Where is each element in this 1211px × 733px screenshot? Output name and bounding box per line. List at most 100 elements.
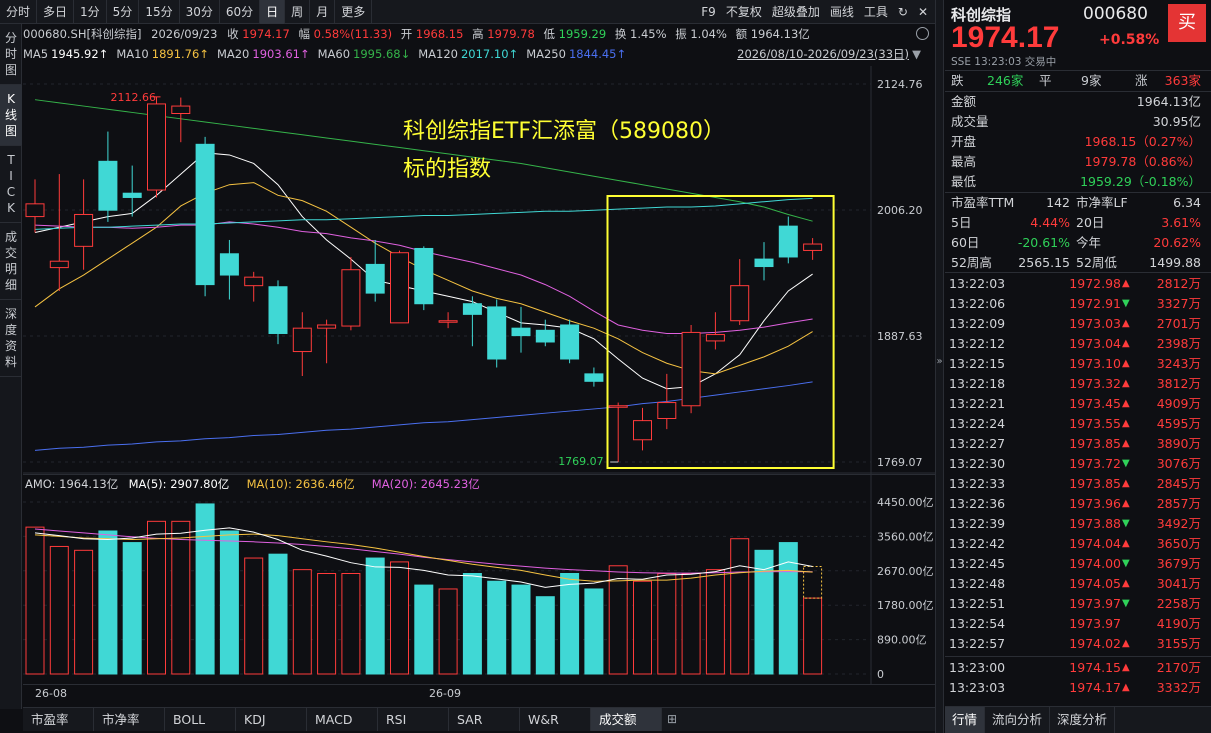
max-price-label: 2112.66 — [111, 91, 157, 104]
low-label: 低 — [543, 27, 555, 41]
arrow-up-icon: ▲ — [1122, 578, 1130, 589]
low-value: 1959.29 — [558, 27, 607, 41]
change-percent: +0.58% — [1099, 32, 1160, 48]
period-tab[interactable]: 60分 — [220, 0, 261, 24]
toolbar-item[interactable]: 不复权 — [721, 0, 767, 24]
panel-tab[interactable]: 流向分析 — [985, 707, 1051, 733]
toolbar-right: F9 不复权 超级叠加 画线 工具 ↻ ✕ — [696, 0, 933, 24]
period-tab[interactable]: 多日 — [37, 0, 75, 24]
arrow-down-icon: ▼ — [1122, 298, 1130, 309]
nav-char: 交 — [4, 246, 17, 260]
tick-volume: 3679万 — [1156, 556, 1201, 571]
change-label: 幅 — [298, 27, 310, 41]
toolbar-item[interactable]: 画线 — [825, 0, 859, 24]
tick-time: 13:22:27 — [949, 436, 1006, 451]
tick-row: 13:22:51 1973.97 ▼ 2258万 — [945, 594, 1211, 614]
toolbar-item[interactable]: 超级叠加 — [767, 0, 825, 24]
period-tab[interactable]: 月 — [310, 0, 336, 24]
period-tab[interactable]: 30分 — [180, 0, 220, 24]
tick-volume: 4595万 — [1156, 416, 1201, 431]
valuation-row: 5日 4.44% 20日 3.61% — [945, 213, 1211, 233]
period-tab[interactable]: 1分 — [74, 0, 107, 24]
tick-volume: 3492万 — [1156, 516, 1201, 531]
stat-value: 1968.15（0.27%） — [1084, 134, 1201, 149]
refresh-icon[interactable]: ↻ — [893, 0, 913, 24]
candle-body — [292, 327, 312, 353]
left-nav-item[interactable]: 成交明细 — [0, 223, 22, 300]
exchange-status: SSE 13:23:03 交易中 — [951, 56, 1057, 68]
tick-time: 13:22:33 — [949, 476, 1006, 491]
left-nav-item[interactable]: 分时图 — [0, 24, 22, 85]
settings-icon[interactable] — [916, 27, 929, 40]
ma-items: MA5 1945.92↑ MA10 1891.76↑ MA20 1903.61↑ MA60 1… — [23, 47, 634, 61]
y-tick-label: 2006.20 — [877, 204, 923, 217]
tick-row: 13:22:24 1973.55 ▲ 4595万 — [945, 414, 1211, 434]
amount-chart[interactable]: 4450.00亿 3560.00亿 2670.00亿 1780.00亿 890.00亿 0… — [23, 474, 935, 684]
period-tab[interactable]: 更多 — [335, 0, 373, 24]
arrow-up-icon: ▲ — [1122, 318, 1130, 329]
tick-time: 13:23:00 — [949, 660, 1006, 675]
close-icon[interactable]: ✕ — [913, 0, 933, 24]
dropdown-icon[interactable]: ▼ — [912, 44, 921, 64]
indicator-tab[interactable]: W&R — [520, 708, 591, 731]
tick-price: 1973.32 — [1069, 376, 1121, 391]
tick-volume: 4909万 — [1156, 396, 1201, 411]
tick-price: 1973.04 — [1069, 336, 1121, 351]
add-tab-icon[interactable]: ⊞ — [662, 708, 682, 731]
left-nav-item[interactable]: K线图 — [0, 85, 22, 146]
date-range[interactable]: 2026/08/10-2026/09/23(33日) — [737, 44, 909, 64]
buy-button[interactable]: 买 — [1168, 4, 1206, 42]
candle-body — [511, 327, 531, 337]
kline-chart[interactable]: 2124.76 2006.20 1887.63 1769.07 2112.66 1769.… — [23, 66, 935, 474]
left-nav-item[interactable]: TICK — [0, 146, 22, 223]
indicator-tab[interactable]: 市净率 — [94, 708, 165, 731]
tick-volume: 3332万 — [1156, 680, 1201, 695]
indicator-tab[interactable]: MACD — [307, 708, 378, 731]
indicator-tab[interactable]: BOLL — [165, 708, 236, 731]
collapse-arrow-icon[interactable]: » — [935, 356, 944, 367]
amount-bar — [74, 549, 94, 675]
valuation-value: 6.34 — [1173, 195, 1201, 210]
tick-row: 13:22:12 1973.04 ▲ 2398万 — [945, 334, 1211, 354]
y-tick-label: 1780.00亿 — [877, 599, 934, 612]
period-tab[interactable]: 5分 — [107, 0, 140, 24]
indicator-tab[interactable]: KDJ — [236, 708, 307, 731]
tick-time: 13:22:03 — [949, 276, 1006, 291]
left-nav-item[interactable]: 深度资料 — [0, 300, 22, 377]
candle-body — [560, 324, 580, 360]
period-tab[interactable]: 15分 — [139, 0, 180, 24]
ma-value: 1903.61↑ — [252, 47, 310, 61]
stat-value: 1964.13亿 — [1136, 94, 1201, 109]
divider — [945, 272, 1211, 273]
amount-bar — [730, 538, 750, 675]
nav-char: 深 — [4, 307, 17, 321]
panel-tab[interactable]: 行情 — [945, 707, 986, 733]
tick-price: 1974.15 — [1069, 660, 1121, 675]
amount-legend: MA(20): 2645.23亿 — [372, 477, 480, 491]
valuation-value: -20.61% — [1017, 235, 1070, 250]
stat-value: 30.95亿 — [1152, 114, 1201, 129]
y-tick-label: 3560.00亿 — [877, 530, 934, 543]
open-label: 开 — [400, 27, 413, 41]
period-tab[interactable]: 分时 — [0, 0, 38, 24]
period-tab[interactable]: 日 — [260, 0, 286, 24]
tick-volume: 3041万 — [1156, 576, 1201, 591]
indicator-tabs: 市盈率 市净率 BOLL KDJ MACD RSI SAR W&R 成交额 ⊞ — [23, 707, 935, 731]
indicator-tab[interactable]: RSI — [378, 708, 449, 731]
toolbar-item[interactable]: 工具 — [859, 0, 893, 24]
indicator-tab[interactable]: 市盈率 — [23, 708, 94, 731]
amount-bar — [657, 573, 677, 675]
candle-body — [730, 285, 750, 322]
indicator-tab[interactable]: 成交额 — [591, 708, 662, 731]
candle-body — [171, 105, 191, 115]
panel-tab[interactable]: 深度分析 — [1050, 707, 1116, 733]
nav-char: 度 — [4, 323, 17, 337]
amount-bar — [171, 520, 191, 675]
stat-row: 金额 1964.13亿 — [945, 92, 1211, 112]
amount-bar — [341, 573, 361, 675]
tick-time: 13:22:51 — [949, 596, 1006, 611]
ma-legend-bar: MA5 1945.92↑ MA10 1891.76↑ MA20 1903.61↑ MA60 1… — [23, 44, 935, 64]
period-tab[interactable]: 周 — [285, 0, 311, 24]
indicator-tab[interactable]: SAR — [449, 708, 520, 731]
toolbar-item[interactable]: F9 — [696, 0, 721, 24]
